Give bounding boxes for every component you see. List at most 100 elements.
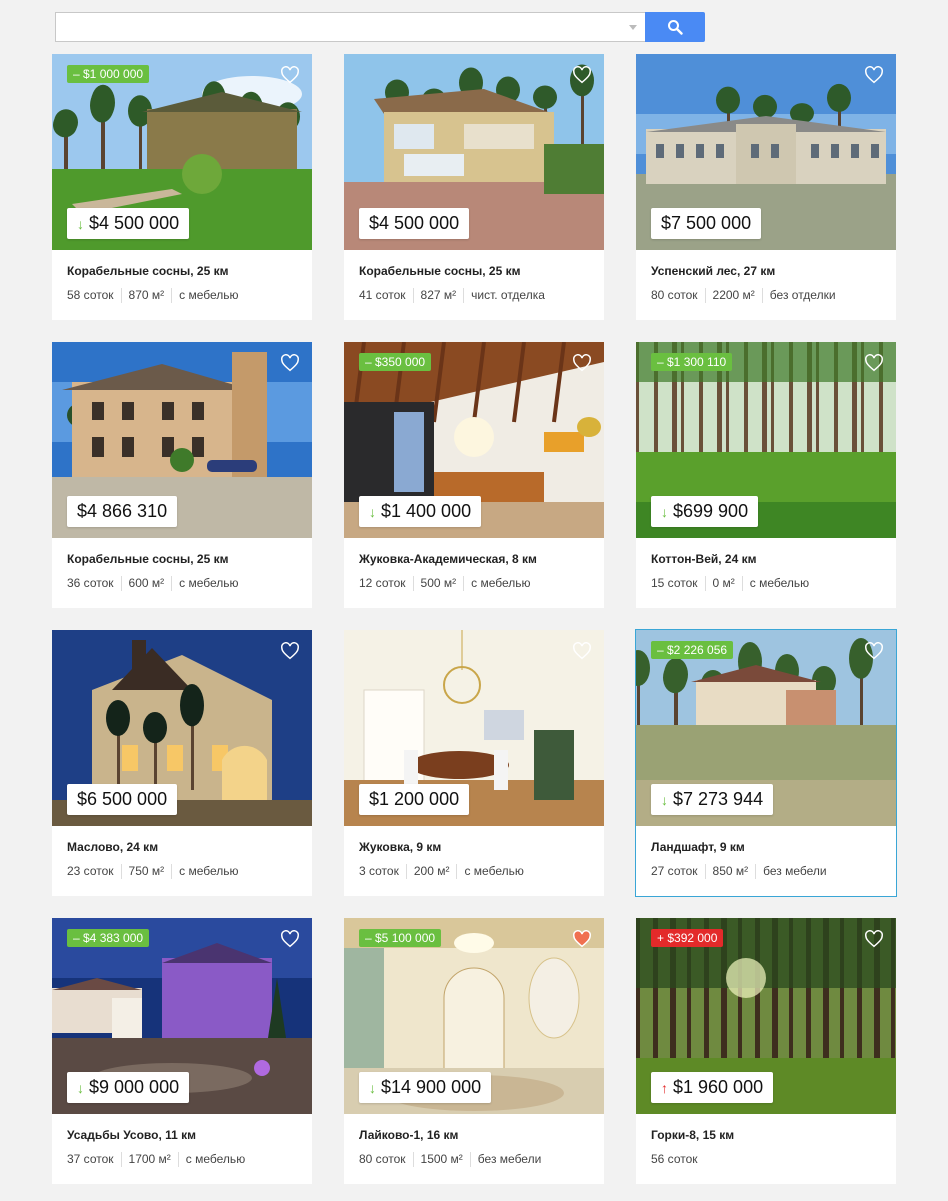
plot-size: 27 соток	[651, 864, 698, 878]
listing-specs: 37 соток 1700 м² с мебелью	[67, 1152, 252, 1167]
listing-card[interactable]: + $392 000 ↑ $1 960 000 Горки-8, 15 км 56 со…	[636, 918, 896, 1184]
price-value: $14 900 000	[381, 1077, 482, 1097]
price-tag: ↓ $4 500 000	[67, 208, 190, 239]
listing-card[interactable]: – $1 300 110 ↓ $699 900 Коттон-Вей, 24 км 15…	[636, 342, 896, 608]
listing-title[interactable]: Корабельные сосны, 25 км	[67, 552, 229, 566]
listing-specs: 58 соток 870 м² с мебелью	[67, 288, 246, 303]
listing-title[interactable]: Усадьбы Усово, 11 км	[67, 1128, 196, 1142]
arrow-down-icon: ↓	[661, 503, 668, 520]
listing-title[interactable]: Корабельные сосны, 25 км	[359, 264, 521, 278]
listing-card[interactable]: $1 200 000 Жуковка, 9 км 3 соток 200 м² с ме…	[344, 630, 604, 896]
favorite-icon[interactable]	[572, 354, 592, 372]
favorite-icon[interactable]	[280, 930, 300, 948]
listing-title[interactable]: Лайково-1, 16 км	[359, 1128, 458, 1142]
price-change-badge: – $350 000	[359, 353, 432, 371]
plot-size: 41 соток	[359, 288, 406, 302]
listing-specs: 27 соток 850 м² без мебели	[651, 864, 834, 879]
finish-type: с мебелью	[463, 576, 537, 591]
price-tag: ↓ $1 400 000	[359, 496, 482, 527]
listing-card[interactable]: – $4 383 000 ↓ $9 000 000 Усадьбы Усово, 11…	[52, 918, 312, 1184]
plot-size: 23 соток	[67, 864, 114, 878]
listing-card[interactable]: $6 500 000 Маслово, 24 км 23 соток 750 м² с …	[52, 630, 312, 896]
listing-photo[interactable]: $4 500 000	[344, 54, 604, 250]
favorite-icon[interactable]	[572, 66, 592, 84]
listing-photo[interactable]: – $4 383 000 ↓ $9 000 000	[52, 918, 312, 1114]
listing-title[interactable]: Ландшафт, 9 км	[651, 840, 745, 854]
listing-card[interactable]: – $350 000 ↓ $1 400 000 Жуковка-Академическ…	[344, 342, 604, 608]
listing-card[interactable]: – $1 000 000 ↓ $4 500 000 Корабельные сосны…	[52, 54, 312, 320]
price-change-badge: + $392 000	[651, 929, 724, 947]
price-value: $1 400 000	[381, 501, 472, 521]
floor-area: 200 м²	[405, 864, 457, 879]
price-value: $9 000 000	[89, 1077, 180, 1097]
finish-type: с мебелью	[741, 576, 816, 591]
listing-title[interactable]: Маслово, 24 км	[67, 840, 158, 854]
floor-area: 0 м²	[704, 576, 742, 591]
favorite-icon[interactable]	[280, 642, 300, 660]
plot-size: 80 соток	[359, 1152, 406, 1166]
favorite-icon[interactable]	[864, 642, 884, 660]
favorite-icon[interactable]	[864, 66, 884, 84]
floor-area: 1500 м²	[412, 1152, 470, 1167]
favorite-filled-icon[interactable]	[572, 930, 592, 948]
listing-photo[interactable]: $4 866 310	[52, 342, 312, 538]
listing-photo[interactable]: + $392 000 ↑ $1 960 000	[636, 918, 896, 1114]
listing-title[interactable]: Коттон-Вей, 24 км	[651, 552, 756, 566]
search-bar	[55, 12, 705, 42]
listing-specs: 15 соток 0 м² с мебелью	[651, 576, 816, 591]
favorite-icon[interactable]	[572, 642, 592, 660]
favorite-icon[interactable]	[864, 930, 884, 948]
listing-photo[interactable]: – $1 300 110 ↓ $699 900	[636, 342, 896, 538]
listing-specs: 23 соток 750 м² с мебелью	[67, 864, 246, 879]
price-tag: ↓ $699 900	[651, 496, 759, 527]
arrow-down-icon: ↓	[369, 503, 376, 520]
price-change-badge: – $1 300 110	[651, 353, 733, 371]
search-field[interactable]	[55, 12, 645, 42]
listing-photo[interactable]: – $5 100 000 ↓ $14 900 000	[344, 918, 604, 1114]
listing-photo[interactable]: – $350 000 ↓ $1 400 000	[344, 342, 604, 538]
floor-area: 1700 м²	[120, 1152, 178, 1167]
listing-photo[interactable]: $1 200 000	[344, 630, 604, 826]
favorite-icon[interactable]	[280, 354, 300, 372]
listing-card[interactable]: $4 866 310 Корабельные сосны, 25 км 36 сот…	[52, 342, 312, 608]
price-value: $4 866 310	[77, 501, 168, 521]
floor-area: 850 м²	[704, 864, 756, 879]
listing-specs: 12 соток 500 м² с мебелью	[359, 576, 538, 591]
price-tag: $1 200 000	[359, 784, 470, 815]
price-tag: ↓ $7 273 944	[651, 784, 774, 815]
price-tag: ↑ $1 960 000	[651, 1072, 774, 1103]
price-tag: $4 866 310	[67, 496, 178, 527]
listing-title[interactable]: Горки-8, 15 км	[651, 1128, 734, 1142]
listing-photo[interactable]: – $2 226 056 ↓ $7 273 944	[636, 630, 896, 826]
listing-card[interactable]: – $2 226 056 ↓ $7 273 944 Ландшафт, 9 км 27 …	[635, 629, 897, 897]
listing-title[interactable]: Успенский лес, 27 км	[651, 264, 775, 278]
price-value: $6 500 000	[77, 789, 168, 809]
finish-type: без мебели	[469, 1152, 549, 1167]
floor-area: 500 м²	[412, 576, 464, 591]
listing-title[interactable]: Корабельные сосны, 25 км	[67, 264, 229, 278]
floor-area: 600 м²	[120, 576, 172, 591]
arrow-down-icon: ↓	[77, 1079, 84, 1096]
favorite-icon[interactable]	[280, 66, 300, 84]
listing-title[interactable]: Жуковка, 9 км	[359, 840, 441, 854]
plot-size: 3 соток	[359, 864, 399, 878]
listing-photo[interactable]: $6 500 000	[52, 630, 312, 826]
search-button[interactable]	[645, 12, 705, 42]
plot-size: 58 соток	[67, 288, 114, 302]
plot-size: 36 соток	[67, 576, 114, 590]
dropdown-caret-icon[interactable]	[629, 25, 637, 30]
listing-specs: 41 соток 827 м² чист. отделка	[359, 288, 552, 303]
listing-card[interactable]: – $5 100 000 ↓ $14 900 000 Лайково-1, 16 км…	[344, 918, 604, 1184]
listing-photo[interactable]: $7 500 000	[636, 54, 896, 250]
price-change-badge: – $2 226 056	[651, 641, 734, 659]
favorite-icon[interactable]	[864, 354, 884, 372]
listing-card[interactable]: $7 500 000 Успенский лес, 27 км 80 соток 22…	[636, 54, 896, 320]
finish-type: без отделки	[761, 288, 843, 303]
finish-type: с мебелью	[171, 576, 245, 591]
listing-card[interactable]: $4 500 000 Корабельные сосны, 25 км 41 сот…	[344, 54, 604, 320]
listing-title[interactable]: Жуковка-Академическая, 8 км	[359, 552, 537, 566]
search-input[interactable]	[56, 13, 645, 41]
listing-specs: 80 соток 1500 м² без мебели	[359, 1152, 548, 1167]
listing-photo[interactable]: – $1 000 000 ↓ $4 500 000	[52, 54, 312, 250]
floor-area: 2200 м²	[704, 288, 762, 303]
